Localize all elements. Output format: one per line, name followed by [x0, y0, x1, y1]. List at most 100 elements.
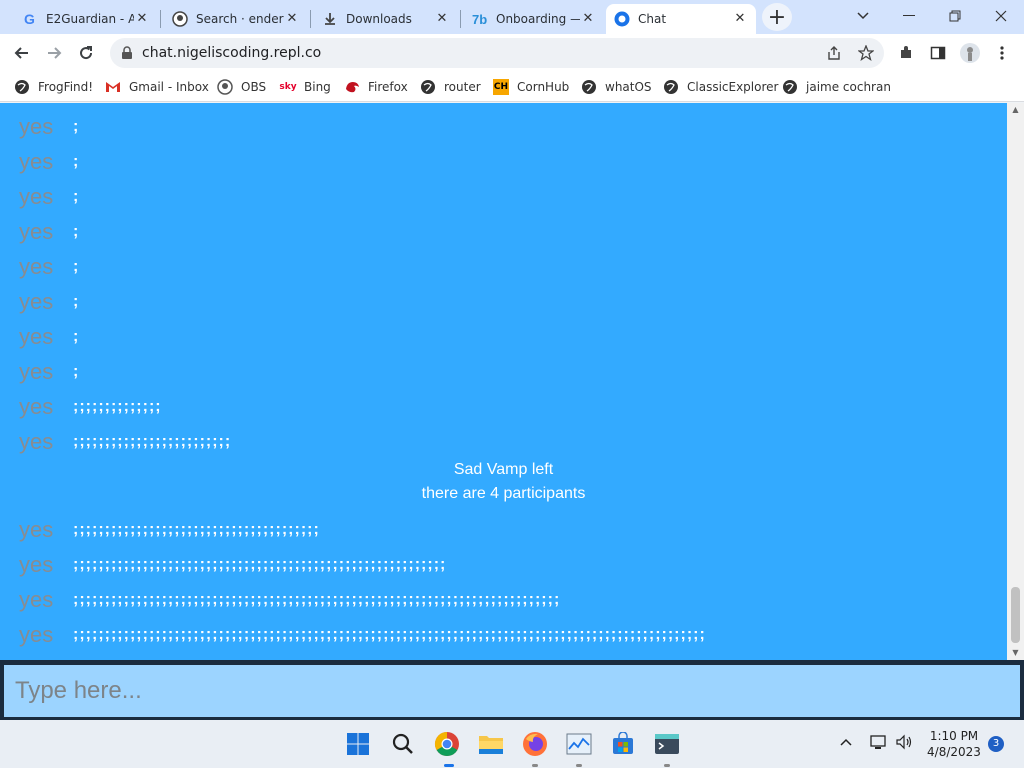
bookmark-firefox[interactable]: Firefox [344, 77, 408, 97]
bookmark-label: OBS [241, 80, 267, 94]
close-icon[interactable]: ✕ [284, 11, 300, 27]
restore-icon [949, 10, 961, 22]
close-window-button[interactable] [978, 3, 1024, 29]
message-text: ; [73, 188, 80, 205]
bookmark-label: router [444, 80, 481, 94]
gmail-icon [105, 79, 121, 95]
chat-input[interactable] [4, 665, 1020, 717]
message-username: yes [19, 184, 54, 209]
taskbar-task-manager[interactable] [563, 728, 595, 760]
scroll-up-arrow-icon[interactable]: ▲ [1007, 103, 1024, 117]
taskbar-file-explorer[interactable] [475, 728, 507, 760]
message-username: yes [19, 552, 54, 577]
tab-onboarding[interactable]: 7b Onboarding — ✕ [464, 4, 604, 34]
scrollbar[interactable]: ▲ ▼ [1007, 103, 1024, 660]
taskbar-terminal[interactable] [651, 728, 683, 760]
chrome-icon [434, 732, 459, 757]
chat-message: yes ; [19, 287, 79, 317]
scroll-down-arrow-icon[interactable]: ▼ [1007, 646, 1024, 660]
chat-message: yes ;;;;;;;;;;;;;;;;;;;;;;;;;;;;;;;;;;;;… [19, 585, 560, 615]
taskbar-firefox[interactable] [519, 728, 551, 760]
taskbar-chrome[interactable] [431, 728, 463, 760]
tab-search-button[interactable] [840, 3, 886, 29]
app-running-indicator [576, 764, 582, 767]
url-text: chat.nigeliscoding.repl.co [142, 45, 322, 61]
bookmark-router[interactable]: router [420, 77, 481, 97]
tab-title: Search · enderm [196, 12, 284, 26]
bookmark-bing[interactable]: sky Bing [279, 77, 330, 97]
bookmark-label: FrogFind! [38, 80, 94, 94]
message-text: ; [73, 363, 80, 380]
firefox-icon [523, 732, 547, 756]
share-icon[interactable] [825, 45, 843, 63]
side-panel-icon[interactable] [928, 43, 948, 63]
arrow-right-icon [48, 47, 62, 59]
close-icon[interactable]: ✕ [580, 11, 596, 27]
forward-button[interactable] [40, 39, 68, 67]
notification-badge[interactable]: 3 [988, 736, 1004, 752]
globe-icon [420, 79, 436, 95]
chat-message: yes ;;;;;;;;;;;;;;;;;;;;;;;;; [19, 427, 231, 457]
tab-chat[interactable]: Chat ✕ [606, 4, 756, 34]
tab-downloads[interactable]: Downloads ✕ [314, 4, 458, 34]
bookmark-classicexplorer[interactable]: ClassicExplorer [663, 77, 778, 97]
network-icon[interactable] [870, 734, 888, 754]
chat-input-container [4, 665, 1020, 717]
volume-icon[interactable] [895, 734, 913, 754]
message-text: ; [73, 293, 80, 310]
bookmark-obs[interactable]: OBS [217, 77, 266, 97]
bookmark-label: CornHub [517, 80, 570, 94]
bookmark-label: jaime cochran [806, 80, 891, 94]
extensions-icon[interactable] [896, 43, 916, 63]
bookmark-label: whatOS [605, 80, 652, 94]
bookmark-whatos[interactable]: whatOS [581, 77, 652, 97]
taskbar-store[interactable] [607, 728, 639, 760]
onboarding-icon: 7b [472, 11, 488, 27]
message-username: yes [19, 114, 54, 139]
system-clock[interactable]: 1:10 PM 4/8/2023 [922, 728, 986, 760]
star-icon[interactable] [857, 44, 875, 63]
bookmark-jaime-cochran[interactable]: jaime cochran [782, 77, 891, 97]
address-bar[interactable]: chat.nigeliscoding.repl.co [110, 38, 884, 68]
active-app-indicator [444, 764, 454, 767]
search-button[interactable] [387, 728, 419, 760]
lock-icon [122, 46, 132, 59]
profile-avatar[interactable] [960, 43, 980, 63]
message-text: ; [73, 328, 80, 345]
app-running-indicator [664, 764, 670, 767]
restore-button[interactable] [932, 3, 978, 29]
close-icon[interactable]: ✕ [434, 11, 450, 27]
system-message-participants: there are 4 participants [421, 485, 586, 502]
chat-message: yes ; [19, 182, 79, 212]
menu-icon[interactable] [992, 43, 1012, 63]
reload-button[interactable] [72, 39, 100, 67]
folder-icon [479, 736, 503, 754]
message-username: yes [19, 394, 54, 419]
message-username: yes [19, 219, 54, 244]
tab-github-search[interactable]: Search · enderm ✕ [164, 4, 308, 34]
bookmark-frogfind[interactable]: FrogFind! [14, 77, 93, 97]
message-username: yes [19, 429, 54, 454]
bookmark-gmail[interactable]: Gmail - Inbox [105, 77, 209, 97]
bookmark-cornhub[interactable]: CH CornHub [493, 77, 569, 97]
message-username: yes [19, 622, 54, 647]
minimize-button[interactable] [886, 3, 932, 29]
scrollbar-thumb[interactable] [1011, 587, 1020, 643]
start-button[interactable] [342, 728, 374, 760]
show-hidden-icons-button[interactable] [840, 734, 852, 750]
sky-icon: sky [279, 82, 297, 92]
windows-icon [347, 733, 369, 755]
tab-e2guardian[interactable]: G E2Guardian - Ac ✕ [14, 4, 158, 34]
tab-title: Chat [638, 12, 667, 26]
arrow-left-icon [14, 47, 28, 59]
store-icon [613, 732, 633, 754]
bookmarks-bar: FrogFind! Gmail - Inbox OBS sky Bing Fir… [0, 72, 1024, 102]
bookmark-label: ClassicExplorer [687, 80, 779, 94]
close-icon[interactable]: ✕ [134, 11, 150, 27]
close-icon[interactable]: ✕ [732, 11, 748, 27]
tab-title: E2Guardian - Ac [46, 12, 134, 26]
new-tab-button[interactable]: + [762, 3, 792, 31]
back-button[interactable] [8, 39, 36, 67]
download-icon [322, 11, 338, 27]
message-username: yes [19, 517, 54, 542]
